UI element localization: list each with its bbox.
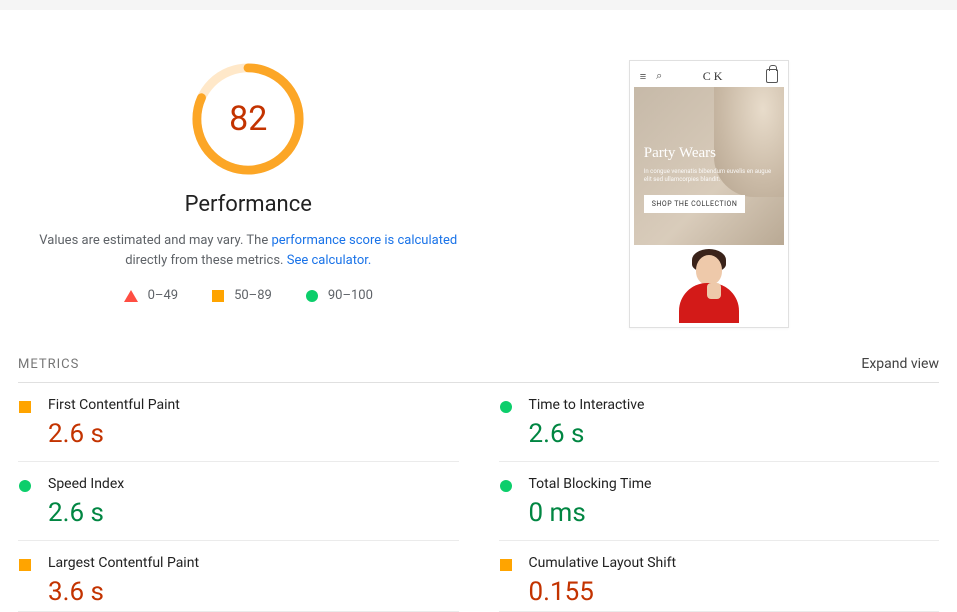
screenshot-column: ≡ ⌕ CK Party Wears In congue venenatis b… [479, 60, 940, 328]
pass-circle-icon [500, 401, 512, 413]
metric-label: Total Blocking Time [529, 476, 940, 492]
legend-pass: 90–100 [306, 288, 373, 303]
metric-row[interactable]: Cumulative Layout Shift 0.155 [499, 541, 940, 612]
legend-average-range: 50–89 [234, 288, 272, 303]
thumb-person-graphic [679, 249, 739, 323]
expand-view-toggle[interactable]: Expand view [861, 356, 939, 372]
metrics-section-title: METRICS [18, 357, 79, 372]
legend-fail: 0–49 [124, 288, 178, 303]
legend-average: 50–89 [212, 288, 272, 303]
metric-row[interactable]: Total Blocking Time 0 ms [499, 462, 940, 541]
top-bar [0, 0, 957, 10]
disclaimer-text-2: directly from these metrics. [125, 253, 287, 268]
thumb-hero-title: Party Wears [644, 145, 774, 162]
metric-label: Speed Index [48, 476, 459, 492]
pass-circle-icon [500, 480, 512, 492]
average-square-icon [19, 559, 31, 571]
metrics-grid: First Contentful Paint2.6 sTime to Inter… [18, 383, 939, 612]
fail-triangle-icon [124, 290, 138, 302]
metric-row[interactable]: First Contentful Paint 2.6 s [18, 383, 459, 462]
metric-body: Cumulative Layout Shift0.155 [529, 555, 940, 599]
metric-body: Total Blocking Time 0 ms [529, 476, 940, 528]
average-square-icon [500, 559, 512, 571]
pass-circle-icon [306, 290, 318, 302]
metric-body: Time to Interactive 2.6 s [529, 397, 940, 449]
hamburger-icon: ≡ [640, 70, 646, 83]
metric-row[interactable]: Time to Interactive 2.6 s [499, 383, 940, 462]
pass-circle-icon [19, 480, 31, 492]
shopping-bag-icon [766, 69, 778, 83]
legend-pass-range: 90–100 [328, 288, 373, 303]
thumb-logo: CK [672, 69, 755, 84]
performance-gauge-column: 82 Performance Values are estimated and … [18, 60, 479, 328]
summary-row: 82 Performance Values are estimated and … [18, 60, 939, 328]
thumb-header: ≡ ⌕ CK [634, 65, 784, 87]
gauge-label: Performance [185, 192, 312, 217]
metric-body: Speed Index 2.6 s [48, 476, 459, 528]
see-calculator-link[interactable]: See calculator. [287, 253, 372, 268]
performance-gauge: 82 [189, 60, 307, 178]
metric-value: 2.6 s [529, 419, 940, 449]
metric-value: 2.6 s [48, 419, 459, 449]
average-square-icon [19, 401, 31, 413]
metric-body: First Contentful Paint 2.6 s [48, 397, 459, 449]
metric-label: Cumulative Layout Shift [529, 555, 940, 571]
metric-value: 2.6 s [48, 498, 459, 528]
report-container: 82 Performance Values are estimated and … [0, 60, 957, 612]
thumb-hero-button: SHOP THE COLLECTION [644, 195, 746, 213]
metric-value: 0 ms [529, 498, 940, 528]
thumb-hero: Party Wears In congue venenatis bibendum… [634, 87, 784, 245]
metrics-header: METRICS Expand view [18, 356, 939, 383]
perf-score-link[interactable]: performance score is calculated [271, 233, 457, 248]
metric-label: First Contentful Paint [48, 397, 459, 413]
metric-label: Largest Contentful Paint [48, 555, 459, 571]
gauge-disclaimer: Values are estimated and may vary. The p… [38, 231, 458, 270]
average-square-icon [212, 290, 224, 302]
metric-label: Time to Interactive [529, 397, 940, 413]
metric-row[interactable]: Speed Index 2.6 s [18, 462, 459, 541]
page-screenshot-thumbnail: ≡ ⌕ CK Party Wears In congue venenatis b… [629, 60, 789, 328]
search-icon: ⌕ [656, 69, 662, 83]
metric-value: 3.6 s [48, 577, 459, 607]
disclaimer-text-1: Values are estimated and may vary. The [39, 233, 271, 248]
score-legend: 0–49 50–89 90–100 [124, 288, 373, 303]
gauge-score-value: 82 [189, 60, 307, 178]
thumb-person-row [634, 245, 784, 323]
metric-value: 0.155 [529, 577, 940, 607]
legend-fail-range: 0–49 [148, 288, 178, 303]
metric-body: Largest Contentful Paint3.6 s [48, 555, 459, 599]
metric-row[interactable]: Largest Contentful Paint 3.6 s [18, 541, 459, 612]
thumb-hero-subtitle: In congue venenatis bibendum euvelis en … [644, 168, 774, 185]
